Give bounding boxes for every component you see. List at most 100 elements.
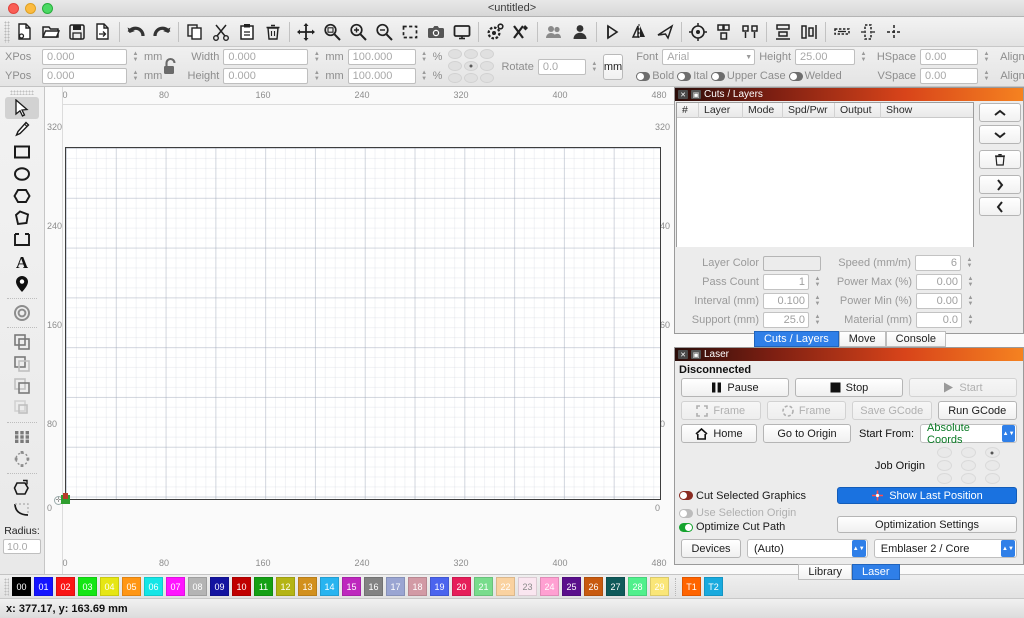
palette-swatch-16[interactable]: 16 bbox=[364, 577, 383, 596]
speed-input[interactable]: 6 bbox=[915, 255, 961, 271]
palette-swatch-15[interactable]: 15 bbox=[342, 577, 361, 596]
radius-input[interactable]: 10.0 bbox=[3, 539, 41, 554]
vspace-stepper[interactable]: ▲ ▼ bbox=[982, 68, 991, 84]
anchor-point-grid[interactable] bbox=[448, 49, 495, 84]
device-auto-select[interactable]: (Auto) ▲▼ bbox=[747, 539, 868, 558]
move-layer-right-button[interactable] bbox=[979, 175, 1021, 194]
support-input[interactable]: 25.0 bbox=[763, 312, 809, 328]
boolean-exclude-tool[interactable] bbox=[5, 397, 39, 419]
zoom-in-icon[interactable] bbox=[345, 19, 371, 45]
welded-toggle[interactable]: Welded bbox=[788, 70, 842, 82]
palette-swatch-23[interactable]: 23 bbox=[518, 577, 537, 596]
boolean-intersect-tool[interactable] bbox=[5, 375, 39, 397]
palette-swatch-03[interactable]: 03 bbox=[78, 577, 97, 596]
stop-button[interactable]: Stop bbox=[795, 378, 903, 397]
palette-swatch-14[interactable]: 14 bbox=[320, 577, 339, 596]
bold-toggle[interactable]: Bold bbox=[636, 70, 674, 82]
palette-swatch-24[interactable]: 24 bbox=[540, 577, 559, 596]
palette-swatch-10[interactable]: 10 bbox=[232, 577, 251, 596]
power-max-input[interactable]: 0.00 bbox=[916, 274, 962, 290]
support-stepper[interactable]: ▲ ▼ bbox=[813, 312, 822, 328]
home-button[interactable]: Home bbox=[681, 424, 757, 443]
align-vertical-icon[interactable] bbox=[796, 19, 822, 45]
anchor-top-center[interactable] bbox=[464, 49, 479, 59]
move-icon[interactable] bbox=[293, 19, 319, 45]
users-icon[interactable] bbox=[541, 19, 567, 45]
tab-laser[interactable]: Laser bbox=[852, 564, 900, 580]
use-selection-origin-toggle[interactable]: Use Selection Origin bbox=[679, 507, 831, 519]
job-origin-middle-right[interactable] bbox=[984, 460, 1000, 471]
anchor-bottom-center[interactable] bbox=[464, 73, 479, 83]
palette-swatch-05[interactable]: 05 bbox=[122, 577, 141, 596]
interval-input[interactable]: 0.100 bbox=[763, 293, 809, 309]
open-folder-icon[interactable] bbox=[38, 19, 64, 45]
move-layer-left-button[interactable] bbox=[979, 197, 1021, 216]
export-icon[interactable] bbox=[90, 19, 116, 45]
zoom-out-icon[interactable] bbox=[371, 19, 397, 45]
delete-layer-button[interactable] bbox=[979, 150, 1021, 169]
palette-swatch-18[interactable]: 18 bbox=[408, 577, 427, 596]
close-panel-icon[interactable]: ✕ bbox=[678, 90, 688, 99]
palette-swatch-06[interactable]: 06 bbox=[144, 577, 163, 596]
group-h-icon[interactable] bbox=[829, 19, 855, 45]
anchor-top-right[interactable] bbox=[480, 49, 495, 59]
display-icon[interactable] bbox=[449, 19, 475, 45]
tool-palette-grip[interactable] bbox=[10, 90, 34, 95]
rotate-arrow-icon[interactable] bbox=[652, 19, 678, 45]
rotate-stepper[interactable]: ▲ ▼ bbox=[590, 59, 599, 75]
device-name-select[interactable]: Emblaser 2 / Core ▲▼ bbox=[873, 539, 1017, 558]
start-button[interactable]: Start bbox=[909, 378, 1017, 397]
cut-icon[interactable] bbox=[208, 19, 234, 45]
start-from-select[interactable]: Absolute Coords ▲▼ bbox=[920, 422, 1017, 446]
palette-swatch-20[interactable]: 20 bbox=[452, 577, 471, 596]
toolbar-grip[interactable] bbox=[4, 20, 10, 43]
delete-icon[interactable] bbox=[260, 19, 286, 45]
job-origin-top-center[interactable] bbox=[960, 447, 976, 458]
move-layer-up-button[interactable] bbox=[979, 103, 1021, 122]
copy-icon[interactable] bbox=[182, 19, 208, 45]
zoom-fit-icon[interactable] bbox=[319, 19, 345, 45]
mirror-icon[interactable] bbox=[626, 19, 652, 45]
uppercase-toggle[interactable]: Upper Case bbox=[710, 70, 786, 82]
save-gcode-button[interactable]: Save GCode bbox=[852, 401, 932, 420]
grid-array-tool[interactable] bbox=[5, 426, 39, 448]
pass-count-stepper[interactable]: ▲ ▼ bbox=[813, 274, 822, 290]
close-panel-icon[interactable]: ✕ bbox=[678, 350, 688, 359]
user-icon[interactable] bbox=[567, 19, 593, 45]
palette-swatch-25[interactable]: 25 bbox=[562, 577, 581, 596]
select-tool[interactable] bbox=[5, 97, 39, 119]
tab-library[interactable]: Library bbox=[798, 564, 853, 580]
palette-swatch-01[interactable]: 01 bbox=[34, 577, 53, 596]
paste-icon[interactable] bbox=[234, 19, 260, 45]
palette-swatch-07[interactable]: 07 bbox=[166, 577, 185, 596]
pause-button[interactable]: Pause bbox=[681, 378, 789, 397]
pencil-tool[interactable] bbox=[5, 119, 39, 141]
rotate-input[interactable]: 0.0 bbox=[537, 58, 586, 75]
vspace-input[interactable]: 0.00 bbox=[920, 68, 978, 84]
frame-square-button[interactable]: Frame bbox=[681, 401, 761, 420]
ellipse-tool[interactable] bbox=[5, 163, 39, 185]
ypos-input[interactable]: 0.000 bbox=[42, 68, 127, 84]
job-origin-bottom-right[interactable] bbox=[984, 473, 1000, 484]
optimize-cut-path-toggle[interactable]: Optimize Cut Path bbox=[679, 521, 831, 533]
boolean-union-tool[interactable] bbox=[5, 331, 39, 353]
cut-selected-graphics-toggle[interactable]: Cut Selected Graphics bbox=[679, 490, 831, 502]
go-to-origin-button[interactable]: Go to Origin bbox=[763, 424, 851, 443]
palette-swatch-12[interactable]: 12 bbox=[276, 577, 295, 596]
palette-swatch-04[interactable]: 04 bbox=[100, 577, 119, 596]
tab-move[interactable]: Move bbox=[838, 331, 886, 347]
tab-cuts-layers[interactable]: Cuts / Layers bbox=[753, 331, 839, 347]
float-panel-icon[interactable]: ▣ bbox=[691, 350, 701, 359]
job-origin-grid[interactable] bbox=[933, 447, 1003, 484]
freehand-tool[interactable] bbox=[5, 207, 39, 229]
polygon-tool[interactable] bbox=[5, 185, 39, 207]
job-origin-middle-left[interactable] bbox=[936, 460, 952, 471]
crosshair-icon[interactable] bbox=[881, 19, 907, 45]
palette-swatch-29[interactable]: 29 bbox=[650, 577, 669, 596]
work-area[interactable] bbox=[65, 147, 661, 500]
power-min-input[interactable]: 0.00 bbox=[916, 293, 962, 309]
show-last-position-button[interactable]: Show Last Position bbox=[837, 487, 1017, 504]
offset-shape-tool[interactable] bbox=[5, 302, 39, 324]
width-stepper[interactable]: ▲ ▼ bbox=[312, 49, 321, 65]
font-select[interactable]: Arial ▼ bbox=[662, 49, 756, 65]
